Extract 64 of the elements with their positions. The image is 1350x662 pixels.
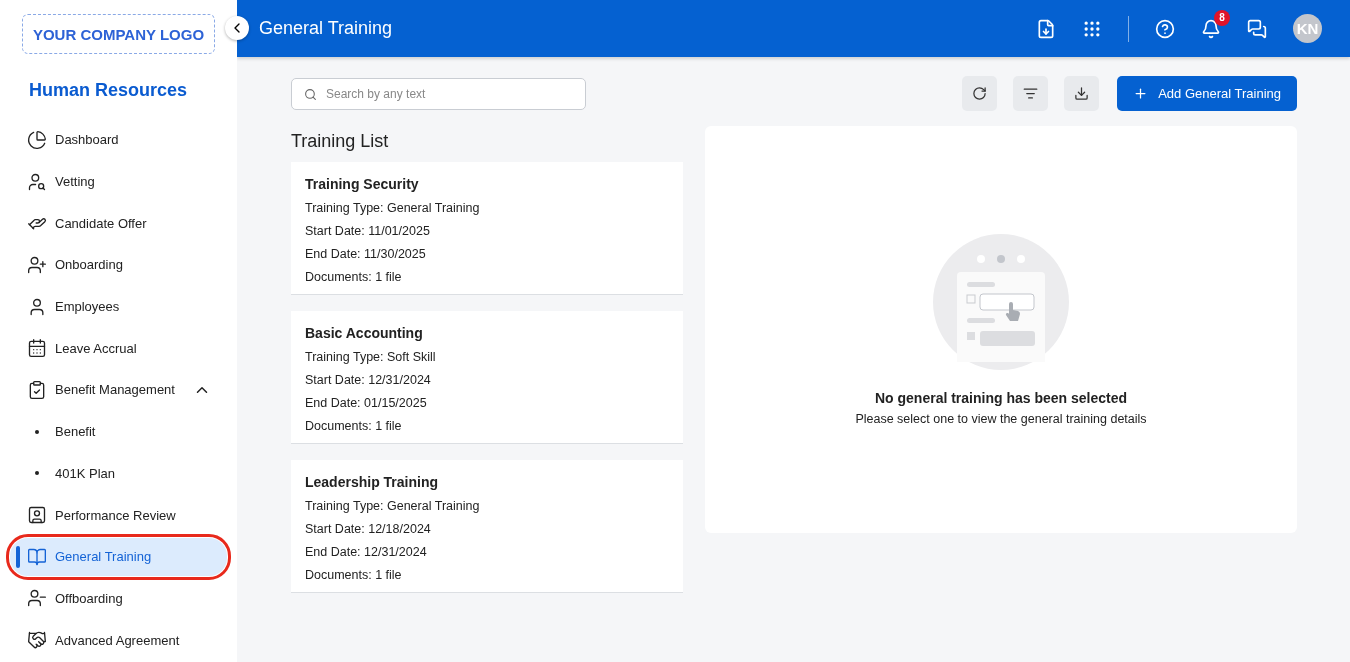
nav-item[interactable]: Benefit	[10, 412, 227, 451]
list-title: Training List	[291, 131, 390, 152]
nav-item[interactable]: 401K Plan	[10, 454, 227, 493]
card-title: Leadership Training	[305, 474, 440, 490]
card-detail: End Date: 01/15/2025	[305, 396, 428, 410]
section-title: Human Resources	[29, 80, 189, 101]
file-download-icon[interactable]	[1036, 18, 1056, 39]
id-card-icon	[27, 505, 47, 526]
handshake-icon	[27, 630, 47, 651]
nav-item[interactable]: Dashboard	[10, 121, 227, 159]
download-button[interactable]	[1064, 76, 1100, 111]
card-detail: Documents: 1 file	[305, 568, 403, 582]
card-title: Basic Accounting	[305, 325, 424, 341]
search-icon	[304, 87, 317, 101]
collapse-sidebar-button[interactable]	[225, 16, 249, 40]
plus-icon	[1133, 86, 1149, 101]
nav-item[interactable]: Leave Accrual	[10, 329, 227, 368]
card-detail: End Date: 12/31/2024	[305, 545, 428, 559]
help-icon[interactable]	[1155, 18, 1175, 39]
user-plus-icon	[27, 254, 47, 275]
nav-item[interactable]: Offboarding	[10, 579, 227, 618]
calendar-icon	[27, 338, 47, 359]
training-card[interactable]: Training Security Training Type: General Training Start Date: 11/01/2025 End Date: 11/30/2025 Documents: 1 file	[291, 162, 683, 295]
nav-item[interactable]: Vetting	[10, 162, 227, 201]
pie-chart-icon	[27, 129, 47, 150]
training-card[interactable]: Basic Accounting Training Type: Soft Skill Start Date: 12/31/2024 End Date: 01/15/2025 Documents: 1 file	[291, 311, 683, 444]
card-detail: Start Date: 12/31/2024	[305, 373, 432, 387]
checklist-icon	[27, 379, 47, 400]
bullet-icon	[35, 471, 39, 476]
company-logo: YOUR COMPANY LOGO	[22, 14, 215, 54]
card-detail: Start Date: 12/18/2024	[305, 522, 432, 536]
nav-item[interactable]: Onboarding	[10, 246, 227, 284]
add-training-button[interactable]: Add General Training	[1117, 76, 1297, 111]
card-detail: Start Date: 11/01/2025	[305, 224, 431, 238]
nav-item[interactable]: Candidate Offer	[10, 204, 227, 243]
card-detail: Training Type: General Training	[305, 201, 481, 215]
book-icon	[27, 546, 47, 567]
card-detail: Documents: 1 file	[305, 419, 403, 433]
chat-icon[interactable]	[1247, 18, 1267, 39]
bullet-icon	[35, 429, 39, 434]
refresh-button[interactable]	[962, 76, 998, 111]
nav-item[interactable]: Employees	[10, 287, 227, 326]
active-indicator	[16, 545, 20, 568]
filter-icon	[1023, 86, 1039, 101]
download-icon	[1074, 86, 1090, 101]
nav-item[interactable]: Benefit Management	[10, 371, 227, 409]
refresh-icon	[972, 86, 988, 101]
notifications-icon[interactable]	[1201, 18, 1221, 39]
user-search-icon	[27, 171, 47, 192]
empty-title: No general training has been selected	[874, 390, 1128, 406]
filter-button[interactable]	[1013, 76, 1049, 111]
nav-item[interactable]: Advanced Agreement	[10, 621, 227, 659]
empty-text: Please select one to view the general training details	[855, 412, 1147, 426]
card-detail: End Date: 11/30/2025	[305, 247, 427, 261]
page-title: General Training	[259, 18, 394, 39]
card-title: Training Security	[305, 176, 420, 192]
training-card[interactable]: Leadership Training Training Type: General Training Start Date: 12/18/2024 End Date: 12/31/2024 Documents: 1 file	[291, 460, 683, 593]
card-detail: Documents: 1 file	[305, 270, 403, 284]
search-field[interactable]: Search by any text	[291, 77, 586, 110]
user-minus-icon	[27, 588, 47, 609]
notification-count: 8	[1214, 9, 1230, 26]
card-detail: Training Type: General Training	[305, 499, 481, 513]
nav-item[interactable]: Performance Review	[10, 496, 227, 534]
card-detail: Training Type: Soft Skill	[305, 350, 437, 364]
